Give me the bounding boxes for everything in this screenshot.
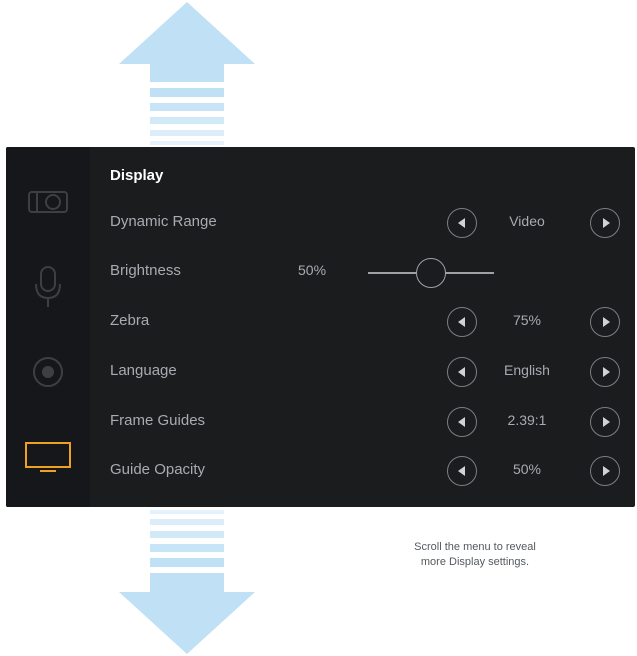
brightness-value: 50% (298, 262, 327, 278)
chevron-right-icon (602, 367, 610, 377)
previous-button[interactable] (447, 357, 477, 387)
setting-value: 75% (512, 312, 542, 328)
setting-row-language: Language English (90, 348, 635, 398)
chevron-right-icon (602, 466, 610, 476)
display-settings-panel: Display Dynamic Range Video Brightness 5… (6, 147, 635, 507)
display-icon (25, 442, 71, 472)
next-button[interactable] (590, 208, 620, 238)
chevron-right-icon (602, 317, 610, 327)
sidebar-item-display[interactable] (16, 427, 80, 487)
setting-value: Video (509, 213, 545, 229)
caption-line: more Display settings. (420, 556, 530, 568)
record-icon (33, 357, 63, 387)
previous-button[interactable] (447, 307, 477, 337)
chevron-right-icon (602, 218, 610, 228)
next-button[interactable] (590, 357, 620, 387)
previous-button[interactable] (447, 208, 477, 238)
chevron-left-icon (457, 218, 465, 228)
chevron-left-icon (457, 417, 465, 427)
setting-label: Frame Guides (110, 412, 206, 429)
settings-sidebar (6, 147, 90, 507)
setting-value: 50% (512, 461, 542, 477)
setting-value: English (504, 362, 550, 378)
setting-value: 2.39:1 (507, 412, 547, 428)
scroll-caption: Scroll the menu to reveal more Display s… (380, 540, 570, 570)
sidebar-item-audio[interactable] (16, 257, 80, 317)
setting-label: Dynamic Range (110, 213, 217, 230)
next-button[interactable] (590, 456, 620, 486)
previous-button[interactable] (447, 407, 477, 437)
chevron-right-icon (602, 417, 610, 427)
setting-row-zebra: Zebra 75% (90, 298, 635, 348)
chevron-left-icon (457, 317, 465, 327)
next-button[interactable] (590, 307, 620, 337)
setting-label: Brightness (110, 262, 181, 279)
page-title: Display (110, 167, 164, 184)
setting-row-guide-opacity: Guide Opacity 50% (90, 447, 635, 497)
caption-line: Scroll the menu to reveal (414, 541, 536, 553)
previous-button[interactable] (447, 456, 477, 486)
settings-content: Display Dynamic Range Video Brightness 5… (90, 147, 635, 507)
chevron-left-icon (457, 466, 465, 476)
setting-label: Zebra (110, 312, 150, 329)
setting-row-dynamic-range: Dynamic Range Video (90, 199, 635, 249)
chevron-left-icon (457, 367, 465, 377)
next-button[interactable] (590, 407, 620, 437)
setting-row-frame-guides: Frame Guides 2.39:1 (90, 398, 635, 448)
setting-label: Guide Opacity (110, 461, 206, 478)
camera-icon (28, 191, 68, 213)
sidebar-item-record[interactable] (16, 342, 80, 402)
sidebar-item-camera[interactable] (16, 172, 80, 232)
scroll-up-arrow-icon (119, 2, 255, 145)
setting-row-brightness: Brightness 50% (90, 248, 635, 298)
setting-label: Language (110, 362, 177, 379)
brightness-slider-thumb[interactable] (416, 258, 446, 288)
microphone-icon (35, 266, 61, 307)
scroll-down-arrow-icon (119, 510, 255, 654)
